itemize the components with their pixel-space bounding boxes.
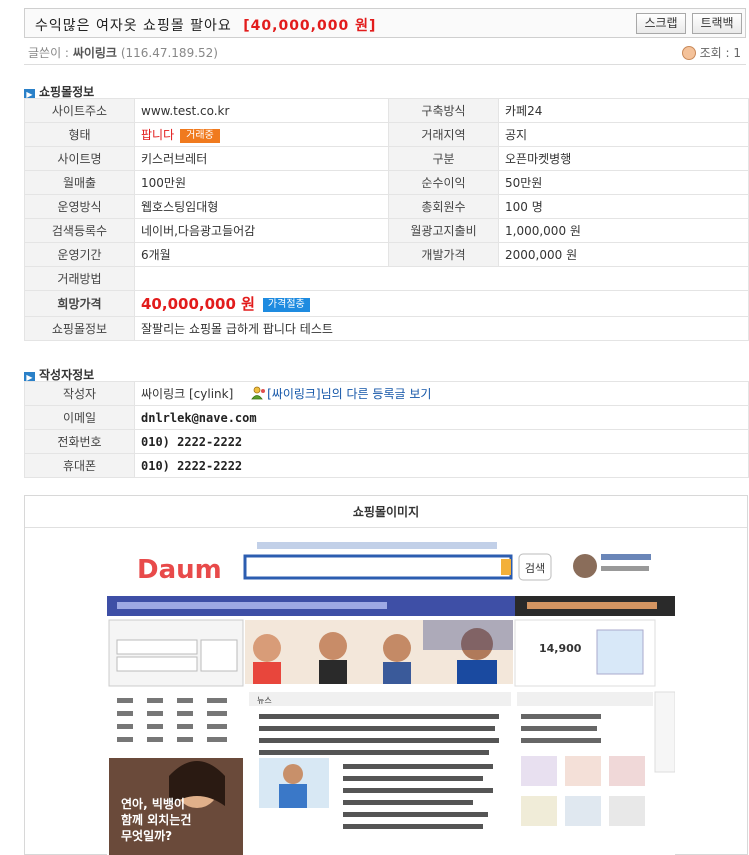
screenshot-promo-price: 14,900 [539, 642, 582, 655]
cell-value: 공지 [498, 122, 749, 147]
cell-label: 형태 [24, 122, 135, 147]
cell-value: 1,000,000 원 [498, 218, 749, 243]
cell-value: www.test.co.kr [134, 98, 389, 123]
cell-value: 잘팔리는 쇼핑몰 급하게 팝니다 테스트 [134, 316, 749, 341]
shop-screenshot-image: Daum 검색 14,900 연아, 빅뱅이 함께 외치는건 무엇일까? 뉴스 [107, 542, 675, 855]
email-value[interactable]: dnlrlek@nave.com [141, 411, 257, 425]
table-row: 운영기간 6개월 개발가격 2000,000 원 [24, 242, 749, 267]
cell-label: 검색등록수 [24, 218, 135, 243]
shop-screenshot: Daum 검색 14,900 연아, 빅뱅이 함께 외치는건 무엇일까? 뉴스 [107, 536, 675, 855]
cell-label: 전화번호 [24, 429, 135, 454]
site-logo: Daum [137, 555, 222, 585]
cell-value: 2000,000 원 [498, 242, 749, 267]
cell-value: 네이버,다음광고들어감 [134, 218, 389, 243]
cell-label: 개발가격 [388, 242, 499, 267]
table-row: 이메일 dnlrlek@nave.com [24, 405, 749, 430]
post-title-bar: 수익많은 여자옷 쇼핑몰 팔아요 [40,000,000 원] 스크랩 트랙백 [24, 8, 746, 38]
cell-label: 사이트주소 [24, 98, 135, 123]
table-row: 휴대폰 010) 2222-2222 [24, 453, 749, 478]
phone-value: 010) 2222-2222 [141, 434, 243, 449]
scrap-button[interactable]: 스크랩 [636, 13, 686, 34]
cell-label: 월매출 [24, 170, 135, 195]
cell-label: 이메일 [24, 405, 135, 430]
author-ip: (116.47.189.52) [120, 46, 218, 60]
cell-label: 총회원수 [388, 194, 499, 219]
author-label: 글쓴이 : [28, 46, 69, 60]
table-row: 희망가격 40,000,000 원 가격절충 [24, 290, 749, 317]
screenshot-headline-line2: 함께 외치는건 [121, 812, 191, 827]
cell-label: 거래지역 [388, 122, 499, 147]
author-info-table: 작성자 싸이링크 [cylink] [싸이링크]님의 다른 등록글 보기 이메일… [24, 381, 749, 478]
writer-name: 싸이링크 [cylink] [141, 387, 234, 401]
cell-label: 사이트명 [24, 146, 135, 171]
mobile-value: 010) 2222-2222 [141, 458, 243, 473]
screenshot-search-button: 검색 [525, 562, 545, 575]
cell-value: 010) 2222-2222 [134, 429, 749, 454]
writer-link-name: [싸이링크] [267, 387, 321, 401]
cell-label: 구축방식 [388, 98, 499, 123]
cell-value: 010) 2222-2222 [134, 453, 749, 478]
cell-value: 6개월 [134, 242, 389, 267]
negotiable-badge: 가격절충 [262, 298, 310, 312]
asking-price: 40,000,000 원 [141, 295, 255, 313]
cell-value: 50만원 [498, 170, 749, 195]
shop-image-panel: 쇼핑몰이미지 Daum 검색 14,900 연아, 빅뱅이 함께 외치는건 무엇… [24, 495, 748, 855]
shop-info-title: 쇼핑몰정보 [39, 85, 95, 99]
status-badge: 거래중 [180, 129, 220, 143]
table-row: 운영방식 웹호스팅임대형 총회원수 100 명 [24, 194, 749, 219]
cell-label: 월광고지출비 [388, 218, 499, 243]
author-name[interactable]: 싸이링크 [73, 46, 117, 60]
trackback-button[interactable]: 트랙백 [692, 13, 742, 34]
cell-value: 카페24 [498, 98, 749, 123]
cell-value: 웹호스팅임대형 [134, 194, 389, 219]
cell-label: 순수이익 [388, 170, 499, 195]
cell-label: 거래방법 [24, 266, 135, 291]
other-posts-link[interactable]: [싸이링크]님의 다른 등록글 보기 [267, 387, 431, 401]
cell-value: 키스러브레터 [134, 146, 389, 171]
cell-label: 운영방식 [24, 194, 135, 219]
post-title: 수익많은 여자옷 쇼핑몰 팔아요 [40,000,000 원] [35, 15, 376, 35]
cell-label: 운영기간 [24, 242, 135, 267]
post-title-price: [40,000,000 원] [243, 18, 377, 34]
table-row: 월매출 100만원 순수이익 50만원 [24, 170, 749, 195]
table-row: 작성자 싸이링크 [cylink] [싸이링크]님의 다른 등록글 보기 [24, 381, 749, 406]
screenshot-headline-line1: 연아, 빅뱅이 [121, 796, 185, 811]
cell-label: 희망가격 [24, 290, 135, 317]
cell-value: 100 명 [498, 194, 749, 219]
cell-label: 작성자 [24, 381, 135, 406]
cell-label: 구분 [388, 146, 499, 171]
cell-value: 100만원 [134, 170, 389, 195]
shop-info-table: 사이트주소 www.test.co.kr 구축방식 카페24 형태 팝니다 거래중… [24, 98, 749, 341]
table-row: 형태 팝니다 거래중 거래지역 공지 [24, 122, 749, 147]
screenshot-headline-line3: 무엇일까? [121, 828, 172, 843]
cell-value: 팝니다 거래중 [134, 122, 389, 147]
author-info-title: 작성자정보 [39, 368, 95, 382]
table-row: 쇼핑몰정보 잘팔리는 쇼핑몰 급하게 팝니다 테스트 [24, 316, 749, 341]
cell-value: 싸이링크 [cylink] [싸이링크]님의 다른 등록글 보기 [134, 381, 749, 406]
author-line: 글쓴이 : 싸이링크 (116.47.189.52) [28, 44, 218, 61]
cell-label: 휴대폰 [24, 453, 135, 478]
cell-label: 쇼핑몰정보 [24, 316, 135, 341]
screenshot-news-tab: 뉴스 [257, 696, 272, 705]
cell-value: 40,000,000 원 가격절충 [134, 290, 749, 317]
writer-link-suffix: 님의 다른 등록글 보기 [320, 387, 432, 401]
table-row: 검색등록수 네이버,다음광고들어감 월광고지출비 1,000,000 원 [24, 218, 749, 243]
cell-value [134, 266, 749, 291]
cell-value: dnlrlek@nave.com [134, 405, 749, 430]
shop-image-title: 쇼핑몰이미지 [25, 496, 747, 528]
view-count-text: 조회 : 1 [699, 46, 741, 60]
view-count: 조회 : 1 [681, 44, 741, 61]
sale-type: 팝니다 [141, 128, 175, 142]
user-icon [251, 386, 266, 400]
table-row: 사이트명 키스러브레터 구분 오픈마켓병행 [24, 146, 749, 171]
table-row: 거래방법 [24, 266, 749, 291]
table-row: 전화번호 010) 2222-2222 [24, 429, 749, 454]
post-title-text: 수익많은 여자옷 쇼핑몰 팔아요 [35, 18, 232, 34]
cell-value: 오픈마켓병행 [498, 146, 749, 171]
smile-icon [681, 46, 696, 60]
divider [24, 64, 746, 65]
table-row: 사이트주소 www.test.co.kr 구축방식 카페24 [24, 98, 749, 123]
